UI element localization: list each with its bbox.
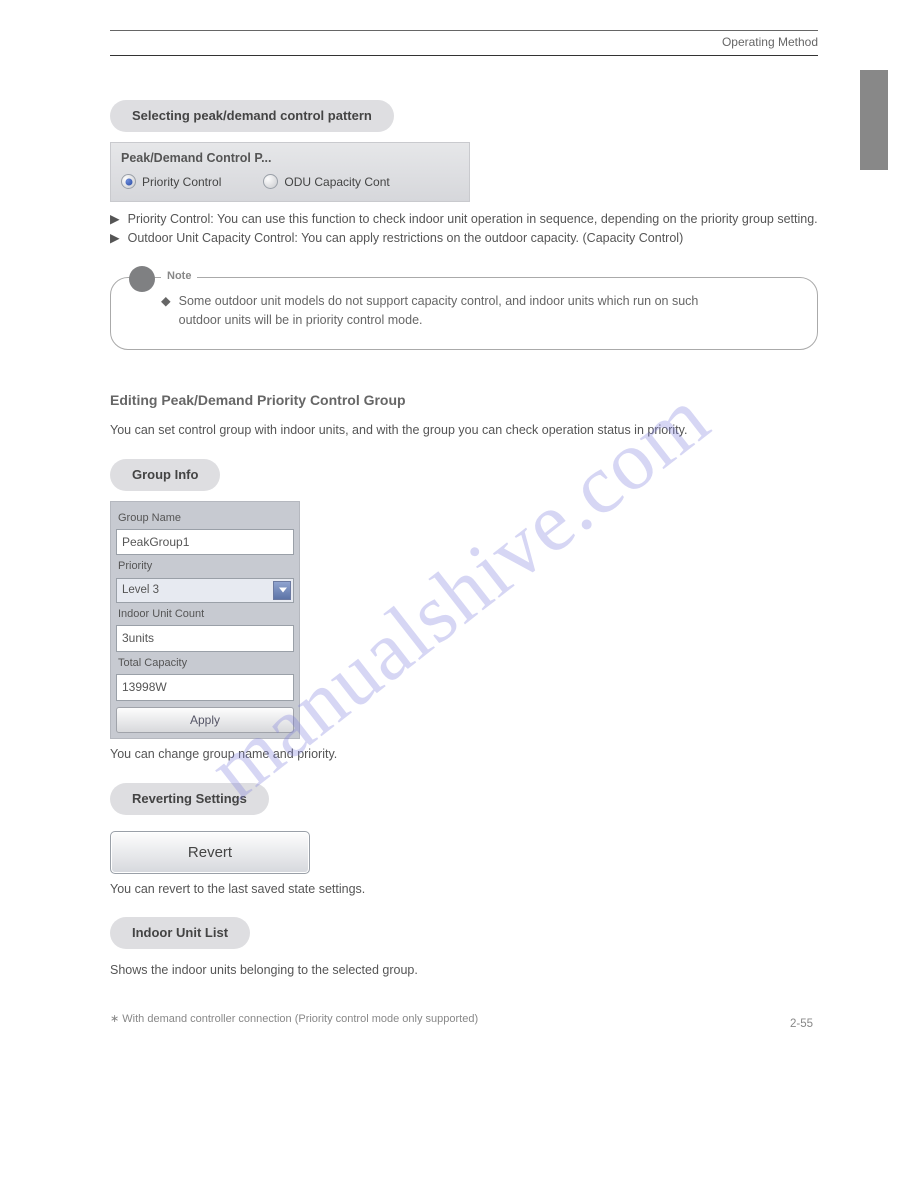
note-box: Note ◆ Some outdoor unit models do not s… (110, 277, 818, 350)
pill-revert-settings: Reverting Settings (110, 783, 269, 815)
indoor-count-field: 3units (116, 625, 294, 652)
indoor-count-label: Indoor Unit Count (118, 606, 294, 623)
footnote: ∗ With demand controller connection (Pri… (110, 1011, 818, 1028)
bullet-icon: ▶ (110, 229, 120, 248)
indoor-list-desc: Shows the indoor units belonging to the … (110, 961, 818, 980)
note-label: Note (161, 268, 197, 285)
chevron-down-icon (279, 588, 287, 593)
group-info-desc: You can change group name and priority. (110, 745, 818, 764)
note-line2: outdoor units will be in priority contro… (179, 313, 423, 327)
group-name-label: Group Name (118, 510, 294, 527)
pill-group-info: Group Info (110, 459, 220, 491)
revert-desc: You can revert to the last saved state s… (110, 880, 818, 899)
radio-odu-capacity[interactable]: ODU Capacity Cont (263, 173, 389, 192)
total-capacity-field: 13998W (116, 674, 294, 701)
heading-edit-group: Editing Peak/Demand Priority Control Gro… (110, 390, 818, 412)
revert-button[interactable]: Revert (110, 831, 310, 874)
peak-demand-panel-title: Peak/Demand Control P... (121, 149, 459, 168)
page-number: 2-55 (790, 1018, 813, 1030)
group-name-field[interactable]: PeakGroup1 (116, 529, 294, 556)
pill-indoor-list: Indoor Unit List (110, 917, 250, 949)
note-dot-icon (129, 266, 155, 292)
header-bar: Operating Method (110, 30, 818, 49)
bullet-icon: ▶ (110, 210, 120, 229)
radio-selected-icon (121, 174, 136, 189)
group-info-panel: Group Name PeakGroup1 Priority Level 3 I… (110, 501, 300, 739)
total-capacity-label: Total Capacity (118, 655, 294, 672)
header-rule (110, 55, 818, 56)
bullet-odu-capacity: ▶ Outdoor Unit Capacity Control: You can… (110, 229, 818, 248)
side-tab (860, 70, 888, 170)
peak-demand-panel: Peak/Demand Control P... Priority Contro… (110, 142, 470, 202)
priority-label: Priority (118, 558, 294, 575)
radio-priority-control[interactable]: Priority Control (121, 173, 221, 192)
note-line1: Some outdoor unit models do not support … (179, 294, 699, 308)
bullet-priority-control: ▶ Priority Control: You can use this fun… (110, 210, 818, 229)
pill-select-pattern: Selecting peak/demand control pattern (110, 100, 394, 132)
bullet-icon: ◆ (161, 292, 171, 311)
radio-unselected-icon (263, 174, 278, 189)
header-right: Operating Method (722, 35, 818, 49)
radio-priority-control-label: Priority Control (142, 173, 221, 192)
edit-group-intro: You can set control group with indoor un… (110, 421, 818, 440)
priority-select[interactable]: Level 3 (116, 578, 294, 604)
apply-button[interactable]: Apply (116, 707, 294, 734)
priority-value: Level 3 (122, 584, 159, 596)
radio-odu-capacity-label: ODU Capacity Cont (284, 173, 389, 192)
